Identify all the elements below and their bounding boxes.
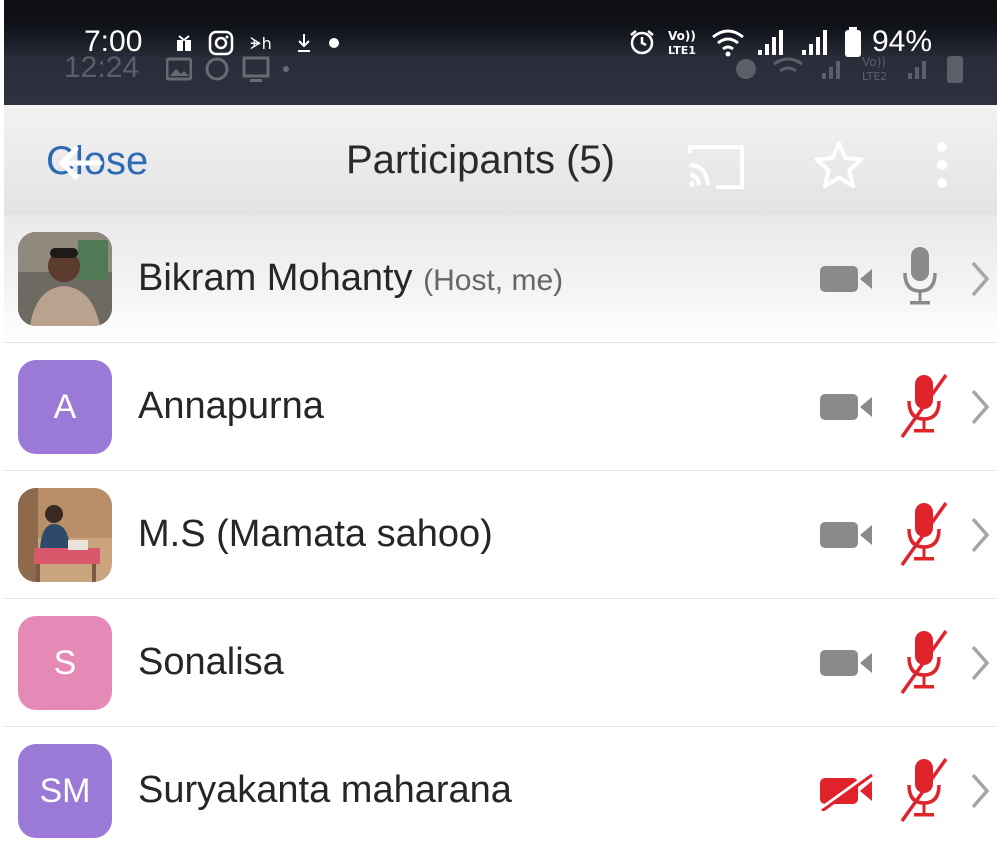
app-dh-icon: ᗘh: [250, 34, 272, 53]
avatar-photo: [18, 488, 112, 582]
mic-muted-icon[interactable]: [900, 501, 948, 569]
avatar: SM: [18, 744, 112, 838]
chevron-right-icon[interactable]: [968, 771, 992, 811]
mic-on-icon[interactable]: [900, 245, 940, 311]
more-vert-icon[interactable]: [932, 139, 952, 191]
alarm-icon: [736, 59, 756, 79]
status-ghost-icons: [166, 54, 290, 84]
avatar-initials: A: [53, 387, 77, 426]
chevron-right-icon[interactable]: [968, 515, 992, 555]
video-on-icon[interactable]: [818, 387, 874, 427]
participant-row[interactable]: S Sonalisa: [4, 599, 997, 727]
status-bar: 12:24 7:00 ᗘh Vo)) LTE1 94% Vo)) LTE2: [0, 0, 997, 105]
mic-muted-icon[interactable]: [900, 629, 948, 697]
back-arrow-icon[interactable]: [54, 143, 104, 183]
svg-text:LTE1: LTE1: [668, 44, 696, 57]
avatar: A: [18, 360, 112, 454]
gallery-icon: [166, 57, 192, 81]
volte-lte2-icon: Vo))LTE2: [862, 55, 887, 83]
participant-row[interactable]: SM Suryakanta maharana: [4, 727, 997, 855]
notification-icons: ᗘh: [176, 28, 340, 58]
participant-name: Suryakanta maharana: [138, 767, 512, 813]
mic-muted-icon[interactable]: [900, 373, 948, 441]
participant-name: Bikram Mohanty (Host, me): [138, 255, 563, 304]
video-on-icon[interactable]: [818, 643, 874, 683]
participants-header: Close Participants (5): [4, 105, 997, 216]
participant-role: (Host, me): [423, 264, 564, 297]
whatsapp-icon: [205, 57, 229, 81]
download-icon: [298, 34, 310, 52]
chevron-right-icon[interactable]: [968, 387, 992, 427]
participant-name: Annapurna: [138, 383, 324, 429]
dot-icon: [329, 38, 339, 48]
chevron-right-icon[interactable]: [968, 643, 992, 683]
avatar: [18, 232, 112, 326]
participant-row[interactable]: Bikram Mohanty (Host, me): [4, 215, 997, 343]
participant-name-text: Annapurna: [138, 385, 324, 427]
video-on-icon[interactable]: [818, 515, 874, 555]
dot-icon: [283, 66, 289, 72]
tv-icon: [242, 56, 270, 82]
svg-text:Vo)): Vo)): [862, 55, 886, 69]
alarm-icon: [630, 30, 654, 55]
participant-row[interactable]: M.S (Mamata sahoo): [4, 471, 997, 599]
status-ghost-right-icons: Vo)) LTE2: [732, 52, 964, 84]
svg-text:LTE2: LTE2: [862, 70, 887, 83]
gift-icon: [177, 35, 191, 51]
signal-icon: [908, 61, 926, 79]
participant-name-text: Suryakanta maharana: [138, 769, 512, 811]
star-icon[interactable]: [812, 139, 866, 191]
chevron-right-icon[interactable]: [968, 259, 992, 299]
participant-name: Sonalisa: [138, 639, 284, 685]
avatar-photo: [18, 232, 112, 326]
signal-icon: [822, 61, 840, 79]
avatar-initials: SM: [39, 771, 91, 810]
svg-text:Vo)): Vo)): [668, 29, 696, 43]
svg-text:ᗘh: ᗘh: [250, 34, 272, 53]
video-on-icon[interactable]: [818, 259, 874, 299]
avatar: S: [18, 616, 112, 710]
participant-name-text: Sonalisa: [138, 641, 284, 683]
avatar: [18, 488, 112, 582]
cast-icon[interactable]: [686, 141, 746, 191]
mic-muted-icon[interactable]: [900, 757, 948, 825]
video-off-icon[interactable]: [818, 771, 874, 811]
participant-name-text: M.S (Mamata sahoo): [138, 513, 493, 555]
instagram-icon: [208, 30, 234, 56]
status-time: 7:00: [84, 25, 143, 58]
participant-row[interactable]: A Annapurna: [4, 343, 997, 471]
volte-lte1-icon: Vo))LTE1: [668, 29, 696, 57]
wifi-icon: [773, 57, 803, 73]
page-title: Participants (5): [346, 138, 615, 182]
battery-icon: [947, 56, 963, 83]
participant-name: M.S (Mamata sahoo): [138, 511, 493, 557]
participant-name-text: Bikram Mohanty: [138, 257, 413, 299]
avatar-initials: S: [53, 643, 77, 682]
